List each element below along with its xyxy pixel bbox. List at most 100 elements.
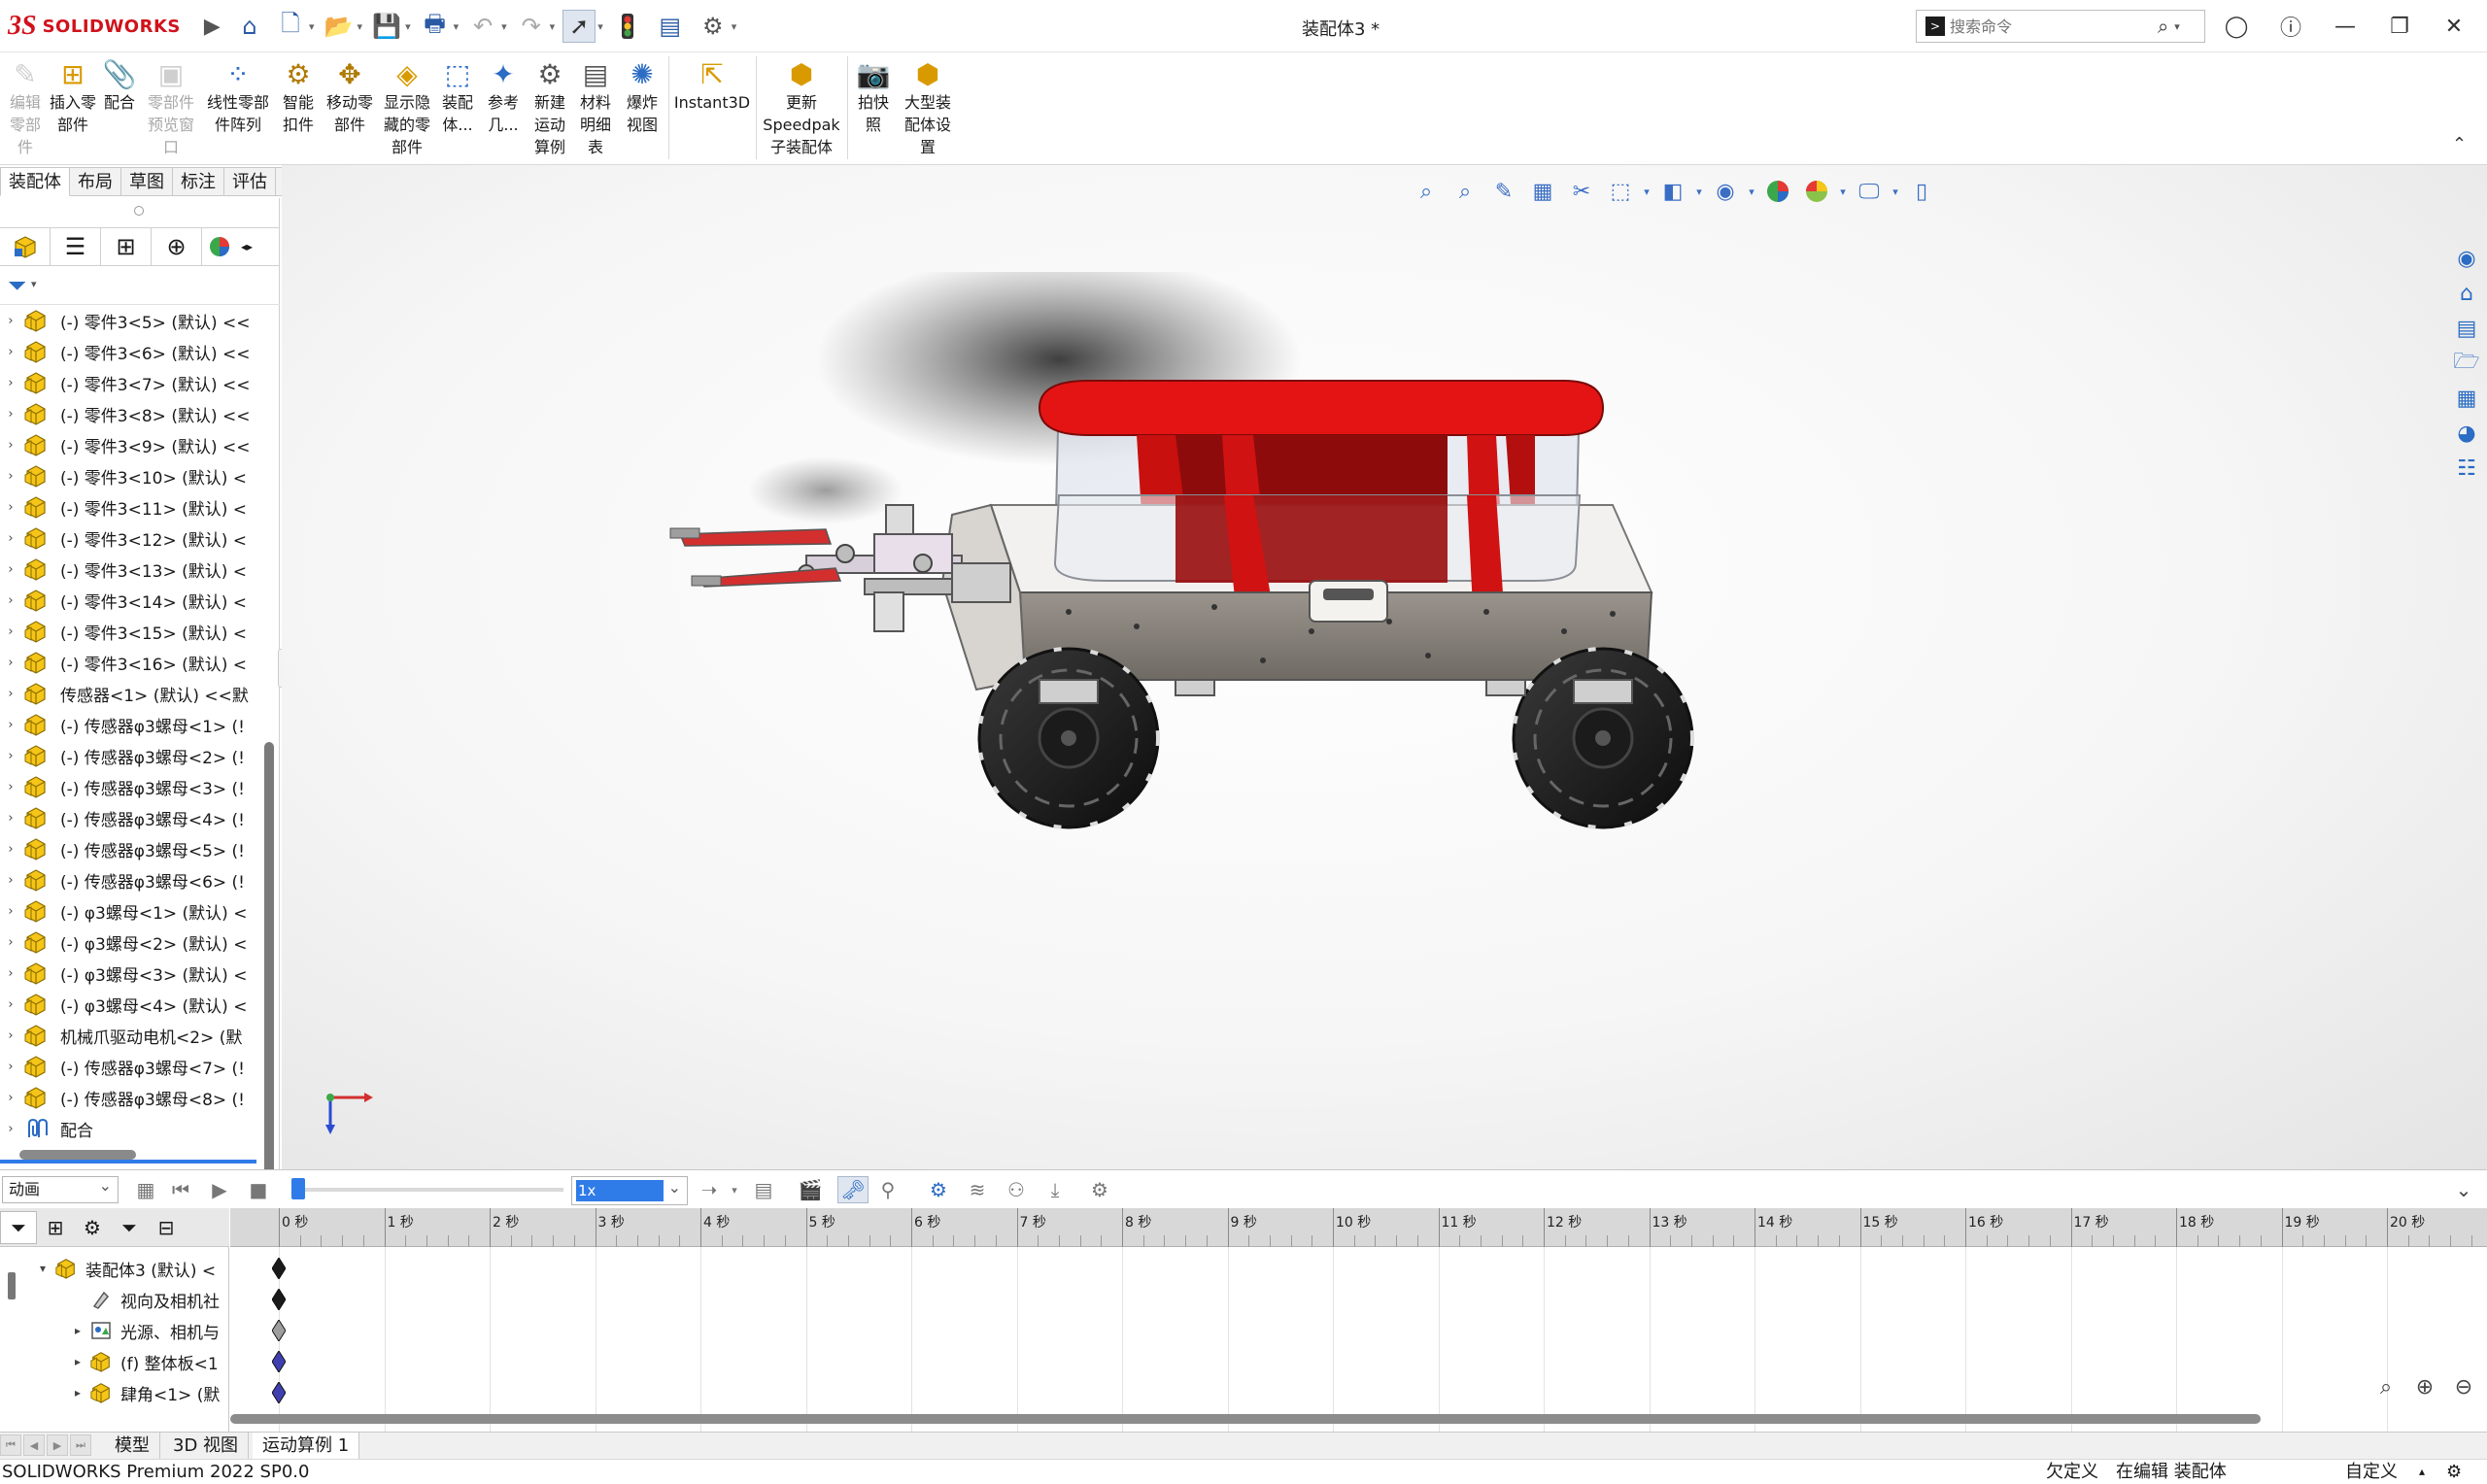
ribbon-button-reference-geometry[interactable]: ✦ 参考 几...	[480, 56, 527, 136]
new-document-icon[interactable]: 🗋	[274, 10, 307, 43]
file-properties-icon[interactable]: ▤	[654, 10, 687, 43]
expand-arrow-icon[interactable]: ›	[0, 345, 21, 359]
expand-arrow-icon[interactable]: ›	[0, 593, 21, 608]
tree-item[interactable]: › (-) 零件3<8> (默认) <<	[0, 398, 262, 429]
tab-first-icon[interactable]: ⏮	[0, 1434, 21, 1456]
rebuild-traffic-light-icon[interactable]	[611, 10, 644, 43]
motion-tree-row[interactable]: ▸ 肆角<1> (默	[68, 1377, 220, 1408]
print-icon[interactable]: 🖶	[419, 10, 452, 43]
options-dropdown-icon[interactable]: ▾	[732, 20, 737, 33]
tree-item[interactable]: › (-) 传感器φ3螺母<1> (!	[0, 709, 262, 740]
restore-icon[interactable]: ❐	[2380, 10, 2419, 43]
playback-slider-thumb[interactable]	[291, 1178, 305, 1199]
motion-tree-row[interactable]: ▸ (f) 整体板<1	[68, 1346, 219, 1377]
tab-4[interactable]: 评估	[224, 167, 276, 196]
minimize-icon[interactable]: —	[2326, 10, 2365, 43]
select-cursor-icon[interactable]: ➚	[562, 10, 596, 43]
tree-item[interactable]: › (-) 零件3<14> (默认) <	[0, 585, 262, 616]
motion-tree-scroll-handle[interactable]	[8, 1272, 16, 1299]
motion-study-properties-icon[interactable]: ⚙	[1084, 1176, 1115, 1203]
tree-item[interactable]: › (-) 传感器φ3螺母<6> (!	[0, 864, 262, 895]
tab-2[interactable]: 草图	[121, 167, 173, 196]
previous-view-icon[interactable]: ✎	[1484, 173, 1523, 210]
dimxpert-tab-icon[interactable]: ⊕	[152, 228, 202, 265]
section-view-icon[interactable]: ▦	[1523, 173, 1562, 210]
options-gear-icon[interactable]: ⚙	[697, 10, 730, 43]
expand-arrow-icon[interactable]: ▸	[68, 1355, 87, 1368]
ribbon-button-show-hidden[interactable]: ◈ 显示隐 藏的零 部件	[379, 56, 435, 158]
scene-dropdown-icon[interactable]: ▾	[1836, 173, 1850, 210]
gravity-icon[interactable]: ⤓	[1039, 1176, 1071, 1203]
undo-icon[interactable]: ↶	[466, 10, 499, 43]
expand-arrow-icon[interactable]: ▸	[68, 1324, 87, 1337]
tree-item[interactable]: › (-) φ3螺母<2> (默认) <	[0, 927, 262, 958]
expand-arrow-icon[interactable]: ›	[0, 469, 21, 484]
keyframe-diamond[interactable]	[271, 1350, 287, 1373]
view-palette-icon[interactable]: 🗁	[2448, 346, 2485, 381]
close-icon[interactable]: ✕	[2435, 10, 2473, 43]
user-account-icon[interactable]: ◯	[2217, 10, 2256, 43]
design-library-icon[interactable]: ⌂	[2448, 276, 2485, 311]
expand-arrow-icon[interactable]: ›	[0, 438, 21, 453]
expand-arrow-icon[interactable]: ›	[0, 531, 21, 546]
appearances-scenes-icon[interactable]: ▦	[2448, 381, 2485, 416]
expand-arrow-icon[interactable]: ›	[0, 718, 21, 732]
motor-icon[interactable]: ⚙	[923, 1176, 954, 1203]
playback-speed-input[interactable]	[576, 1180, 664, 1201]
expand-arrow-icon[interactable]: ▸	[68, 1386, 87, 1400]
timeline-horizontal-scrollbar[interactable]	[230, 1414, 2261, 1424]
filter-animated-icon[interactable]: ⏷	[0, 1210, 37, 1244]
filter-collapse-icon[interactable]: ⊟	[148, 1211, 185, 1244]
spring-icon[interactable]: ≋	[962, 1176, 993, 1203]
dynamic-annotation-icon[interactable]: ✂	[1562, 173, 1601, 210]
view-orientation-icon[interactable]: ⬚	[1601, 173, 1640, 210]
expand-arrow-icon[interactable]: ›	[0, 376, 21, 390]
save-animation-icon[interactable]: ▤	[748, 1176, 779, 1203]
zoom-to-fit-timeline-icon[interactable]: ⌕	[2367, 1369, 2405, 1404]
tree-item[interactable]: › (-) φ3螺母<4> (默认) <	[0, 989, 262, 1020]
edit-appearance-icon[interactable]	[1758, 173, 1797, 210]
ribbon-button-exploded-view[interactable]: ✺ 爆炸 视图	[620, 56, 664, 136]
tree-item[interactable]: › (-) 传感器φ3螺母<8> (!	[0, 1082, 262, 1113]
open-folder-icon[interactable]: 📂	[323, 10, 356, 43]
add-update-key-icon[interactable]: ⚲	[872, 1176, 903, 1203]
filter-selected-icon[interactable]: ⚙	[74, 1211, 111, 1244]
keyframe-diamond[interactable]	[271, 1257, 287, 1280]
apply-scene-icon[interactable]	[1797, 173, 1836, 210]
panel-pin-icon[interactable]	[134, 206, 144, 216]
configuration-manager-tab-icon[interactable]: ⊞	[101, 228, 152, 265]
select-dropdown-icon[interactable]: ▾	[597, 20, 603, 33]
filter-dropdown-icon[interactable]: ▾	[31, 278, 37, 290]
file-explorer-icon[interactable]: ▤	[2448, 311, 2485, 346]
filter-driving-icon[interactable]: ⊞	[37, 1211, 74, 1244]
expand-arrow-icon[interactable]: ›	[0, 873, 21, 888]
keyframe-diamond[interactable]	[271, 1381, 287, 1404]
robot-car-model[interactable]	[631, 272, 2069, 1049]
units-dropdown-icon[interactable]: ▴	[2419, 1460, 2425, 1484]
collapse-motion-manager-icon[interactable]: ⌄	[2448, 1176, 2479, 1203]
expand-arrow-icon[interactable]: ›	[0, 624, 21, 639]
keyframe-diamond[interactable]	[271, 1319, 287, 1342]
contact-icon[interactable]: ⚇	[1001, 1176, 1032, 1203]
expand-arrow-icon[interactable]: ›	[0, 1060, 21, 1074]
status-units[interactable]: 自定义	[2345, 1460, 2398, 1484]
zoom-to-area-icon[interactable]: ⌕	[1446, 173, 1484, 210]
display-style-icon[interactable]: ◧	[1653, 173, 1692, 210]
expand-arrow-icon[interactable]: ›	[0, 1029, 21, 1043]
tree-item[interactable]: › (-) 零件3<13> (默认) <	[0, 554, 262, 585]
solidworks-logo[interactable]: 3S SOLIDWORKS ▶	[8, 10, 221, 43]
display-style-dropdown-icon[interactable]: ▾	[1692, 173, 1706, 210]
expand-arrow-icon[interactable]: ›	[0, 687, 21, 701]
animation-wizard-icon[interactable]: 🎬	[795, 1176, 826, 1203]
autokey-icon[interactable]: 🗝	[837, 1176, 869, 1203]
search-dropdown-icon[interactable]: ▾	[2174, 20, 2180, 33]
expand-arrow-icon[interactable]: ▾	[33, 1262, 52, 1275]
realview-icon[interactable]: ▯	[1902, 173, 1941, 210]
tab-next-icon[interactable]: ▶	[47, 1434, 68, 1456]
print-dropdown-icon[interactable]: ▾	[454, 20, 460, 33]
timeline-ruler[interactable]: 0 秒 1 秒 2 秒 3 秒 4 秒 5 秒 6 秒 7 秒 8 秒 9 秒 10 秒 11 秒 12…	[230, 1208, 2487, 1247]
save-icon[interactable]: 💾	[370, 10, 403, 43]
graphics-area[interactable]: ⌕ ⌕ ✎ ▦ ✂ ⬚ ▾ ◧ ▾ ◉ ▾ ▾ 🖵 ▾ ▯ ◫ ▭ — ❐ ✕	[282, 165, 2487, 1169]
tree-item[interactable]: › (-) 零件3<10> (默认) <	[0, 460, 262, 491]
tree-item[interactable]: › (-) 传感器φ3螺母<5> (!	[0, 833, 262, 864]
